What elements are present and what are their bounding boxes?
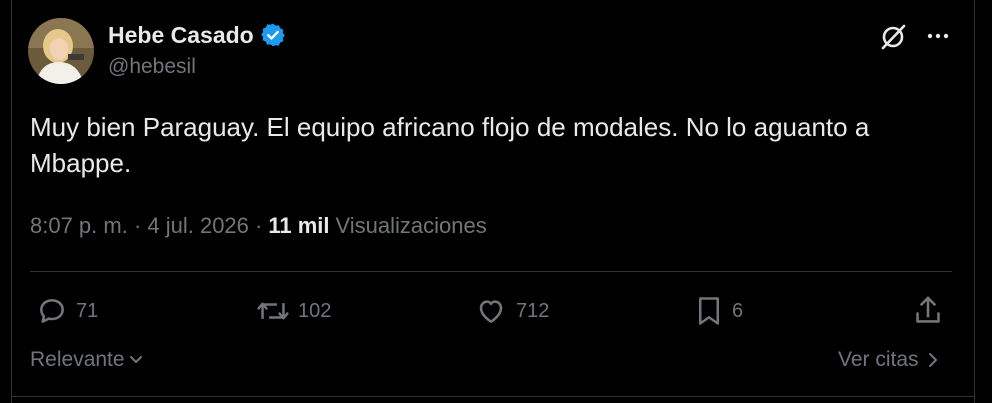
avatar[interactable]	[28, 18, 94, 84]
share-button[interactable]	[912, 293, 944, 329]
bookmark-count: 6	[732, 299, 744, 322]
share-icon	[916, 296, 940, 323]
grok-icon[interactable]	[878, 22, 908, 52]
view-quotes-link[interactable]: Ver citas	[838, 348, 941, 372]
bookmark-button[interactable]: 6	[694, 293, 743, 329]
author-name[interactable]: Hebe Casado	[108, 22, 254, 49]
right-border	[974, 0, 975, 403]
chevron-down-icon	[129, 356, 142, 363]
views-count: 11 mil	[268, 213, 330, 238]
tweet-meta: 8:07 p. m. · 4 jul. 2026 · 11 mil Visual…	[30, 213, 487, 239]
bookmark-icon	[699, 297, 719, 325]
views-label: Visualizaciones	[335, 213, 487, 238]
bottom-divider	[12, 396, 974, 397]
reply-button[interactable]: 71	[36, 293, 98, 329]
reply-count: 71	[76, 299, 99, 322]
author-row: Hebe Casado	[108, 20, 286, 50]
repost-icon	[257, 302, 289, 320]
tweet-detail: Hebe Casado @hebesil Muy bien Paraguay. …	[0, 0, 992, 403]
reply-icon	[40, 299, 64, 323]
tweet-text: Muy bien Paraguay. El equipo africano fl…	[30, 112, 870, 178]
sort-replies-dropdown[interactable]: Relevante	[30, 348, 145, 372]
quotes-label: Ver citas	[838, 348, 919, 371]
more-options-icon[interactable]	[924, 22, 952, 50]
like-count: 712	[516, 299, 550, 322]
sort-label: Relevante	[30, 348, 125, 371]
timestamp[interactable]: 8:07 p. m. · 4 jul. 2026 ·	[30, 213, 262, 239]
chevron-right-icon	[928, 353, 937, 367]
verified-badge-icon	[260, 22, 286, 48]
left-border	[11, 0, 12, 403]
repost-button[interactable]: 102	[256, 293, 331, 329]
divider	[30, 271, 952, 272]
heart-icon	[479, 300, 503, 323]
repost-count: 102	[298, 299, 332, 322]
author-handle[interactable]: @hebesil	[108, 55, 196, 79]
like-button[interactable]: 712	[474, 293, 549, 329]
